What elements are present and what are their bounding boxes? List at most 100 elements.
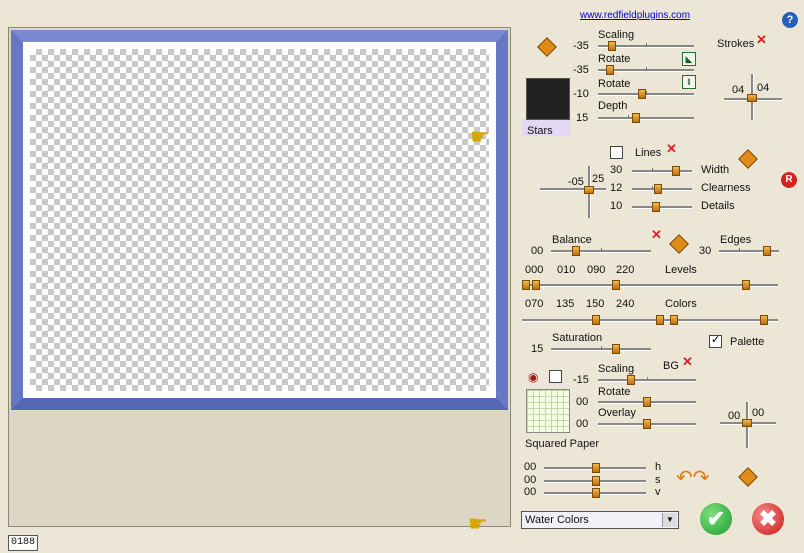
slider-thumb[interactable] [643,419,651,429]
pointer-hand-icon-2: ☛ [468,511,488,536]
pointer-hand-icon: ☛ [470,124,490,149]
levels-thumb-3[interactable] [742,280,750,290]
palette-checkbox[interactable] [709,333,722,348]
strokes-rotate1-slider[interactable] [598,65,694,75]
help-icon[interactable]: ? [782,12,798,28]
colors-value-0: 070 [525,298,544,310]
colors-value-3: 240 [616,298,635,310]
lines-checkbox[interactable] [610,146,623,159]
slider-thumb[interactable] [763,246,771,256]
edges-label: Edges [720,234,752,246]
lines-close-icon[interactable]: ✕ [666,141,677,157]
balance-value: 00 [531,245,544,257]
strokes-depth-value: 15 [576,112,589,124]
colors-thumb-0[interactable] [592,315,600,325]
bg-overlay-slider[interactable] [598,419,696,429]
lines-details-slider[interactable] [632,202,692,212]
colors-slider[interactable] [522,315,778,325]
balance-slider[interactable] [551,246,651,256]
transparency-checker [30,49,489,391]
lines-cross-v-slider[interactable] [584,166,594,218]
random-strokes-icon[interactable] [537,37,557,57]
slider-thumb[interactable] [606,65,614,75]
lines-details-value: 10 [610,200,623,212]
slider-thumb[interactable] [612,344,620,354]
slider-thumb[interactable] [592,488,600,498]
chevron-down-icon[interactable]: ▼ [662,513,677,527]
stars-thumbnail[interactable] [526,78,570,120]
reset-button[interactable]: R [781,172,797,188]
strokes-scaling-label: Scaling [598,29,635,41]
bg-rotate-slider[interactable] [598,397,696,407]
lines-label: Lines [635,147,662,159]
slider-thumb[interactable] [592,476,600,486]
lines-width-value: 30 [610,164,623,176]
bg-cross-v-slider[interactable] [742,402,752,448]
slider-thumb[interactable] [638,89,646,99]
strokes-cross-left: 04 [732,84,745,96]
slider-thumb[interactable] [672,166,680,176]
hsv-v-slider[interactable] [544,488,646,498]
lines-clearness-slider[interactable] [632,184,692,194]
levels-thumb-2[interactable] [612,280,620,290]
slider-thumb[interactable] [632,113,640,123]
rotate-pause-icon[interactable]: ‖ [682,75,696,89]
hsv-s-slider[interactable] [544,476,646,486]
slider-thumb[interactable] [572,246,580,256]
slider-thumb[interactable] [652,202,660,212]
cross-thumb[interactable] [747,94,757,102]
saturation-slider[interactable] [551,344,651,354]
slider-thumb[interactable] [592,463,600,473]
preview-canvas[interactable] [11,30,508,410]
redfield-link[interactable]: www.redfieldplugins.com [580,10,690,21]
saturation-label: Saturation [552,332,603,344]
bg-scaling-label: Scaling [598,363,635,375]
bg-scaling-slider[interactable] [598,375,696,385]
strokes-cross-right: 04 [757,82,770,94]
colors-thumb-3[interactable] [760,315,768,325]
balance-close-icon[interactable]: ✕ [651,227,662,243]
slider-thumb[interactable] [608,41,616,51]
levels-thumb-0[interactable] [522,280,530,290]
strokes-cross-v-slider[interactable] [747,74,757,120]
strokes-title: Strokes [717,38,755,50]
cross-thumb[interactable] [742,419,752,427]
slider-thumb[interactable] [627,375,635,385]
strokes-rotate2-label: Rotate [598,78,631,90]
levels-slider[interactable] [522,280,778,290]
undo-redo-icon[interactable]: ↶↷ [676,465,710,490]
strokes-scaling-slider[interactable] [598,41,694,51]
bg-close-icon[interactable]: ✕ [682,354,693,370]
rotate-mode-icon[interactable]: ◣ [682,52,696,66]
random-color-icon[interactable] [738,467,758,487]
colors-thumb-1[interactable] [656,315,664,325]
cancel-button[interactable]: ✖ [752,503,784,535]
bg-visible-checkbox[interactable] [549,370,562,383]
hsv-h-slider[interactable] [544,463,646,473]
colors-thumb-2[interactable] [670,315,678,325]
slider-thumb[interactable] [643,397,651,407]
strokes-close-icon[interactable]: ✕ [756,32,767,48]
preset-dropdown[interactable]: Water Colors ▼ [521,511,679,529]
ok-button[interactable]: ✔ [700,503,732,535]
lines-cross-h-slider[interactable] [540,188,606,191]
squared-paper-label: Squared Paper [525,438,599,450]
hsv-h-label: h [655,461,662,473]
edges-slider[interactable] [719,246,779,256]
levels-thumb-1[interactable] [532,280,540,290]
bg-overlay-value: 00 [576,418,589,430]
random-lines-icon[interactable] [738,149,758,169]
squared-paper-thumbnail[interactable] [526,389,570,433]
bg-rotate-label: Rotate [598,386,631,398]
eye-icon[interactable]: ◉ [528,370,538,384]
hsv-h-value: 00 [524,461,537,473]
lines-width-slider[interactable] [632,166,692,176]
random-balance-icon[interactable] [669,234,689,254]
levels-value-1: 010 [557,264,576,276]
strokes-rotate2-slider[interactable] [598,89,694,99]
cross-thumb[interactable] [584,186,594,194]
strokes-depth-slider[interactable] [598,113,694,123]
slider-thumb[interactable] [654,184,662,194]
strokes-rotate2-value: -10 [573,88,589,100]
lines-cross-left: -05 [568,176,584,188]
